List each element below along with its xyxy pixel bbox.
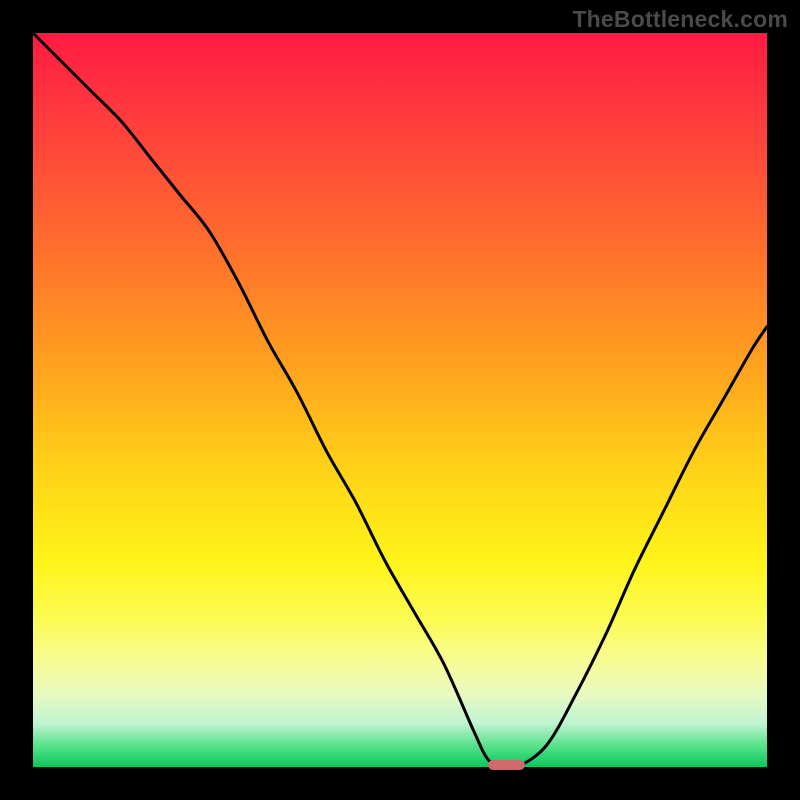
bottleneck-curve	[33, 33, 767, 767]
watermark-text: TheBottleneck.com	[572, 6, 788, 33]
bottleneck-marker	[488, 760, 525, 770]
plot-area	[33, 33, 767, 767]
chart-frame: TheBottleneck.com	[0, 0, 800, 800]
